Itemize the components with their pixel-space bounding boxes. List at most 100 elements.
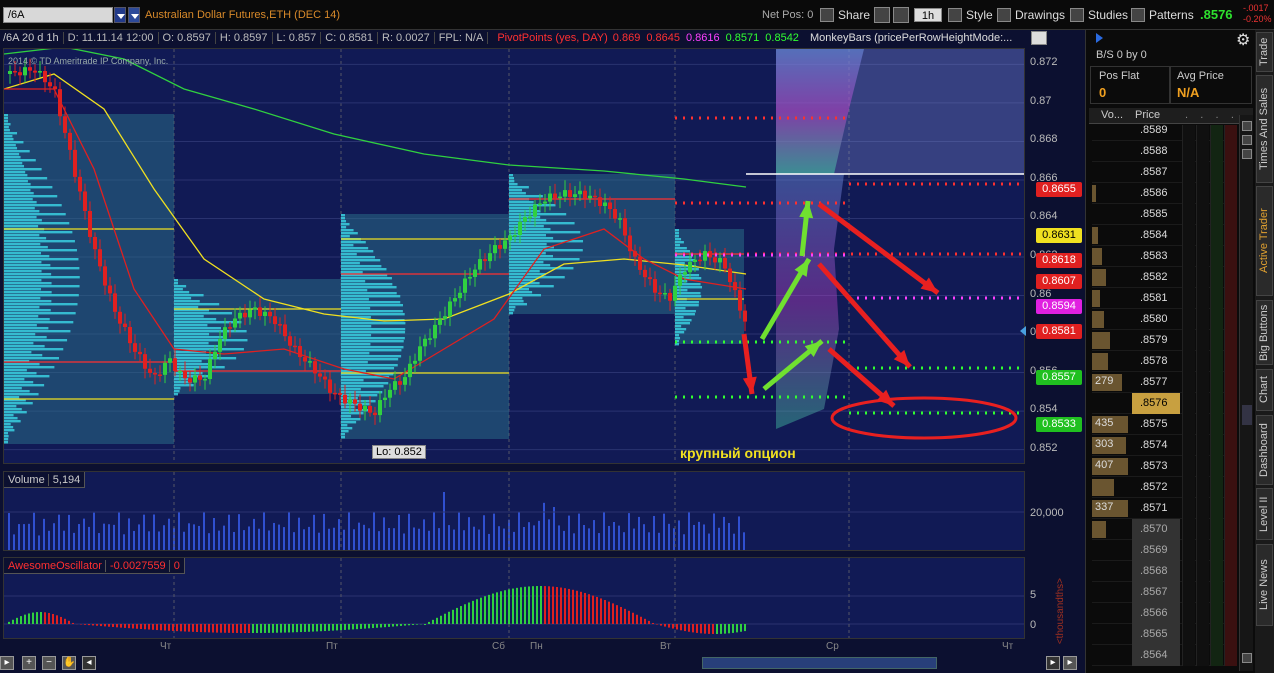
zoom-in-icon[interactable]: +	[22, 656, 36, 670]
ladder-price[interactable]: .8574	[1132, 435, 1180, 456]
ladder-price[interactable]: .8587	[1132, 162, 1180, 183]
ladder-price[interactable]: .8588	[1132, 141, 1180, 162]
wrench-icon[interactable]	[893, 7, 909, 23]
chart-menu-icon[interactable]: ▸	[0, 656, 14, 670]
sell-column-cell[interactable]	[1224, 624, 1237, 645]
sell-column-cell[interactable]	[1224, 561, 1237, 582]
bid-cell[interactable]	[1182, 309, 1195, 330]
sell-column-cell[interactable]	[1224, 309, 1237, 330]
scroll-up-icon[interactable]	[1242, 121, 1252, 131]
ladder-row[interactable]: .8582	[1092, 267, 1237, 288]
sell-column-cell[interactable]	[1224, 351, 1237, 372]
ask-cell[interactable]	[1196, 351, 1209, 372]
ask-cell[interactable]	[1196, 645, 1209, 666]
share-button[interactable]: Share	[820, 5, 870, 25]
buy-column-cell[interactable]	[1210, 141, 1223, 162]
ladder-row[interactable]: 303 .8574	[1092, 435, 1237, 456]
ladder-price[interactable]: .8566	[1132, 603, 1180, 624]
sell-column-cell[interactable]	[1224, 141, 1237, 162]
ladder-row[interactable]: .8583	[1092, 246, 1237, 267]
buy-column-cell[interactable]	[1210, 351, 1223, 372]
ladder-price[interactable]: .8589	[1132, 125, 1180, 141]
buy-column-cell[interactable]	[1210, 267, 1223, 288]
price-axis[interactable]: 0.8720.870.8680.8660.8640.8620.860.8580.…	[1020, 48, 1084, 464]
ladder-price[interactable]: .8570	[1132, 519, 1180, 540]
ladder-price[interactable]: .8579	[1132, 330, 1180, 351]
buy-column-cell[interactable]	[1210, 225, 1223, 246]
ladder-price[interactable]: .8583	[1132, 246, 1180, 267]
sell-column-cell[interactable]	[1224, 183, 1237, 204]
buy-column-cell[interactable]	[1210, 288, 1223, 309]
ladder-row[interactable]: 279 .8577	[1092, 372, 1237, 393]
buy-column-cell[interactable]	[1210, 414, 1223, 435]
sell-column-cell[interactable]	[1224, 267, 1237, 288]
pan-hand-icon[interactable]: ✋	[62, 656, 76, 670]
ask-cell[interactable]	[1196, 603, 1209, 624]
ladder-row[interactable]: .8570	[1092, 519, 1237, 540]
sell-column-cell[interactable]	[1224, 435, 1237, 456]
ladder-row[interactable]: .8569	[1092, 540, 1237, 561]
bid-cell[interactable]	[1182, 477, 1195, 498]
buy-column-cell[interactable]	[1210, 309, 1223, 330]
ladder-row[interactable]: .8567	[1092, 582, 1237, 603]
ladder-row[interactable]: .8584	[1092, 225, 1237, 246]
ask-cell[interactable]	[1196, 267, 1209, 288]
ladder-price[interactable]: .8564	[1132, 645, 1180, 666]
bid-cell[interactable]	[1182, 225, 1195, 246]
buy-column-cell[interactable]	[1210, 435, 1223, 456]
sell-column-cell[interactable]	[1224, 498, 1237, 519]
ladder-price[interactable]: .8569	[1132, 540, 1180, 561]
ladder-price[interactable]: .8576	[1132, 393, 1180, 414]
ask-cell[interactable]	[1196, 141, 1209, 162]
ask-cell[interactable]	[1196, 225, 1209, 246]
buy-column-cell[interactable]	[1210, 624, 1223, 645]
ask-cell[interactable]	[1196, 414, 1209, 435]
ask-cell[interactable]	[1196, 477, 1209, 498]
sell-column-cell[interactable]	[1224, 125, 1237, 141]
sell-column-cell[interactable]	[1224, 477, 1237, 498]
scroll-thumb[interactable]	[1242, 405, 1252, 425]
side-tab[interactable]: Level II	[1256, 488, 1273, 540]
symbol-input[interactable]: /6A	[3, 7, 113, 23]
buy-column-cell[interactable]	[1210, 477, 1223, 498]
scroll-right-icon[interactable]: ▸	[1046, 656, 1060, 670]
ladder-price[interactable]: .8581	[1132, 288, 1180, 309]
bid-cell[interactable]	[1182, 288, 1195, 309]
ladder-price[interactable]: .8584	[1132, 225, 1180, 246]
side-tab[interactable]: Dashboard	[1256, 415, 1273, 485]
crosshair-icon[interactable]	[874, 7, 890, 23]
ladder-row[interactable]: .8581	[1092, 288, 1237, 309]
gear-icon[interactable]: ⚙	[1236, 30, 1250, 50]
buy-column-cell[interactable]	[1210, 393, 1223, 414]
bid-cell[interactable]	[1182, 498, 1195, 519]
drawings-button[interactable]: Drawings	[997, 5, 1065, 25]
scroll-down-icon[interactable]	[1242, 149, 1252, 159]
ask-cell[interactable]	[1196, 309, 1209, 330]
ladder-row[interactable]: .8586	[1092, 183, 1237, 204]
ladder-price[interactable]: .8582	[1132, 267, 1180, 288]
studies-button[interactable]: Studies	[1070, 5, 1128, 25]
scroll-bottom-icon[interactable]	[1242, 653, 1252, 663]
ask-cell[interactable]	[1196, 435, 1209, 456]
ladder-price[interactable]: .8578	[1132, 351, 1180, 372]
ladder-row[interactable]: .8565	[1092, 624, 1237, 645]
buy-column-cell[interactable]	[1210, 456, 1223, 477]
ladder-price[interactable]: .8586	[1132, 183, 1180, 204]
ladder-price[interactable]: .8568	[1132, 561, 1180, 582]
ao-panel[interactable]: AwesomeOscillator -0.0027559 0	[3, 557, 1025, 639]
scroll-left-icon[interactable]: ◂	[82, 656, 96, 670]
price-plot[interactable]: 2014 © TD Ameritrade IP Company, Inc. Lo…	[3, 48, 1025, 464]
ask-cell[interactable]	[1196, 372, 1209, 393]
bid-cell[interactable]	[1182, 330, 1195, 351]
side-tab[interactable]: Active Trader	[1256, 186, 1273, 296]
ladder-row[interactable]: 435 .8575	[1092, 414, 1237, 435]
ask-cell[interactable]	[1196, 498, 1209, 519]
bid-cell[interactable]	[1182, 204, 1195, 225]
sell-column-cell[interactable]	[1224, 330, 1237, 351]
ladder-row[interactable]: .8568	[1092, 561, 1237, 582]
buy-column-cell[interactable]	[1210, 519, 1223, 540]
bid-cell[interactable]	[1182, 435, 1195, 456]
ask-cell[interactable]	[1196, 246, 1209, 267]
sell-column-cell[interactable]	[1224, 456, 1237, 477]
ladder-row[interactable]: .8579	[1092, 330, 1237, 351]
